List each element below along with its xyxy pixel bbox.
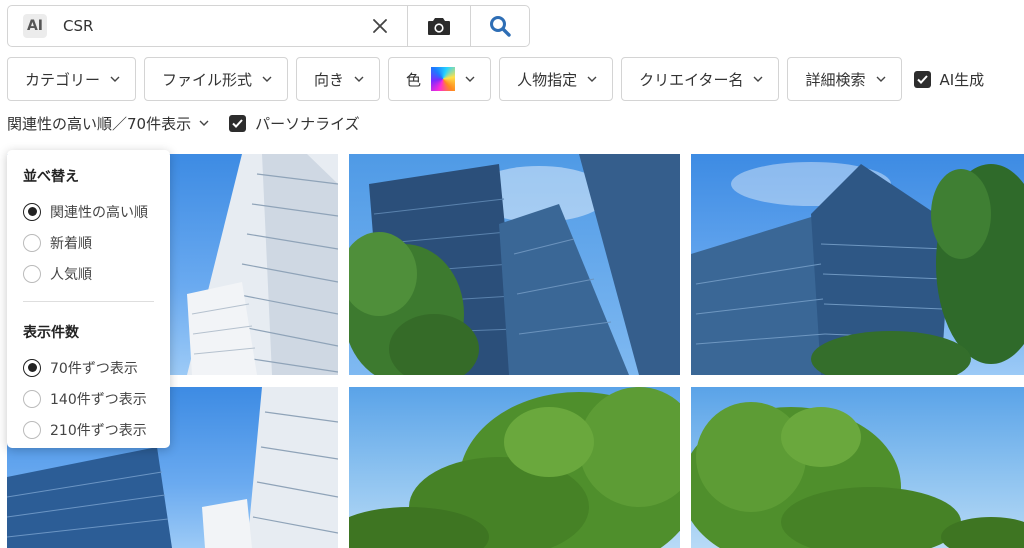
divider bbox=[23, 301, 154, 302]
camera-icon bbox=[428, 18, 450, 35]
filter-advanced-search[interactable]: 詳細検索 bbox=[787, 57, 902, 101]
radio-unselected-icon[interactable] bbox=[23, 233, 41, 252]
chevron-down-icon bbox=[876, 76, 885, 82]
filter-category[interactable]: カテゴリー bbox=[7, 57, 137, 101]
chevron-down-icon bbox=[753, 76, 763, 82]
count-option-70[interactable]: 70件ずつ表示 bbox=[23, 352, 170, 383]
sort-dropdown-panel: 並べ替え 関連性の高い順 新着順 人気順 表示件数 70件ずつ表示 140件ずつ… bbox=[7, 150, 170, 448]
count-heading: 表示件数 bbox=[23, 325, 79, 341]
sort-option-label: 新着順 bbox=[50, 235, 92, 252]
search-input[interactable]: CSR bbox=[63, 17, 352, 35]
personalize-label: パーソナライズ bbox=[255, 114, 360, 133]
checkbox-checked-icon[interactable] bbox=[229, 114, 247, 132]
sort-summary-label: 関連性の高い順／70件表示 bbox=[7, 114, 192, 133]
filter-bar: カテゴリー ファイル形式 向き 色 人物指定 クリエイター名 詳細検索 AI生成 bbox=[7, 57, 984, 101]
personalize-toggle[interactable]: パーソナライズ bbox=[229, 113, 360, 134]
chevron-down-icon bbox=[262, 76, 272, 82]
count-option-210[interactable]: 210件ずつ表示 bbox=[23, 414, 170, 445]
filter-label: ファイル形式 bbox=[162, 70, 253, 89]
ai-generated-toggle[interactable]: AI生成 bbox=[913, 57, 985, 101]
color-swatch-icon bbox=[431, 67, 456, 91]
filter-label: 人物指定 bbox=[517, 70, 578, 89]
sort-option-popular[interactable]: 人気順 bbox=[23, 258, 170, 289]
filter-orientation[interactable]: 向き bbox=[296, 57, 381, 101]
filter-people[interactable]: 人物指定 bbox=[499, 57, 614, 101]
sort-dropdown-toggle[interactable]: 関連性の高い順／70件表示 bbox=[7, 113, 209, 134]
count-option-140[interactable]: 140件ずつ表示 bbox=[23, 383, 170, 414]
image-search-button[interactable] bbox=[408, 6, 471, 46]
chevron-down-icon bbox=[587, 76, 597, 82]
checkbox-checked-icon[interactable] bbox=[913, 70, 931, 88]
radio-selected-icon[interactable] bbox=[23, 358, 41, 377]
filter-label: カテゴリー bbox=[25, 70, 101, 89]
close-icon bbox=[372, 19, 387, 33]
search-button[interactable] bbox=[471, 6, 529, 46]
radio-unselected-icon[interactable] bbox=[23, 420, 41, 439]
filter-label: クリエイター名 bbox=[639, 70, 744, 89]
filter-label: 詳細検索 bbox=[805, 70, 866, 89]
sort-option-relevance[interactable]: 関連性の高い順 bbox=[23, 196, 170, 227]
filter-creator[interactable]: クリエイター名 bbox=[621, 57, 780, 101]
image-thumbnail[interactable] bbox=[349, 154, 680, 375]
count-option-label: 140件ずつ表示 bbox=[50, 391, 147, 408]
chevron-down-icon bbox=[465, 76, 475, 82]
count-option-label: 70件ずつ表示 bbox=[50, 360, 138, 377]
sort-bar: 関連性の高い順／70件表示 パーソナライズ bbox=[7, 111, 360, 135]
filter-label: 向き bbox=[314, 70, 345, 89]
chevron-down-icon bbox=[199, 120, 209, 126]
sort-option-label: 関連性の高い順 bbox=[50, 204, 148, 221]
image-thumbnail[interactable] bbox=[691, 387, 1024, 548]
sort-heading: 並べ替え bbox=[23, 169, 79, 185]
count-option-label: 210件ずつ表示 bbox=[50, 422, 147, 439]
chevron-down-icon bbox=[354, 76, 364, 82]
clear-search-button[interactable] bbox=[352, 6, 408, 46]
chevron-down-icon bbox=[110, 76, 120, 82]
ai-generated-label: AI生成 bbox=[939, 70, 985, 89]
sort-option-newest[interactable]: 新着順 bbox=[23, 227, 170, 258]
image-thumbnail[interactable] bbox=[691, 154, 1024, 375]
image-thumbnail[interactable] bbox=[349, 387, 680, 548]
sort-option-label: 人気順 bbox=[50, 266, 92, 283]
search-icon bbox=[490, 16, 511, 37]
radio-selected-icon[interactable] bbox=[23, 202, 41, 221]
filter-file-format[interactable]: ファイル形式 bbox=[144, 57, 289, 101]
ai-search-badge[interactable]: AI bbox=[23, 14, 47, 38]
radio-unselected-icon[interactable] bbox=[23, 264, 41, 283]
filter-color[interactable]: 色 bbox=[388, 57, 492, 101]
radio-unselected-icon[interactable] bbox=[23, 389, 41, 408]
filter-label: 色 bbox=[406, 70, 422, 89]
search-bar: AI CSR bbox=[7, 5, 530, 47]
